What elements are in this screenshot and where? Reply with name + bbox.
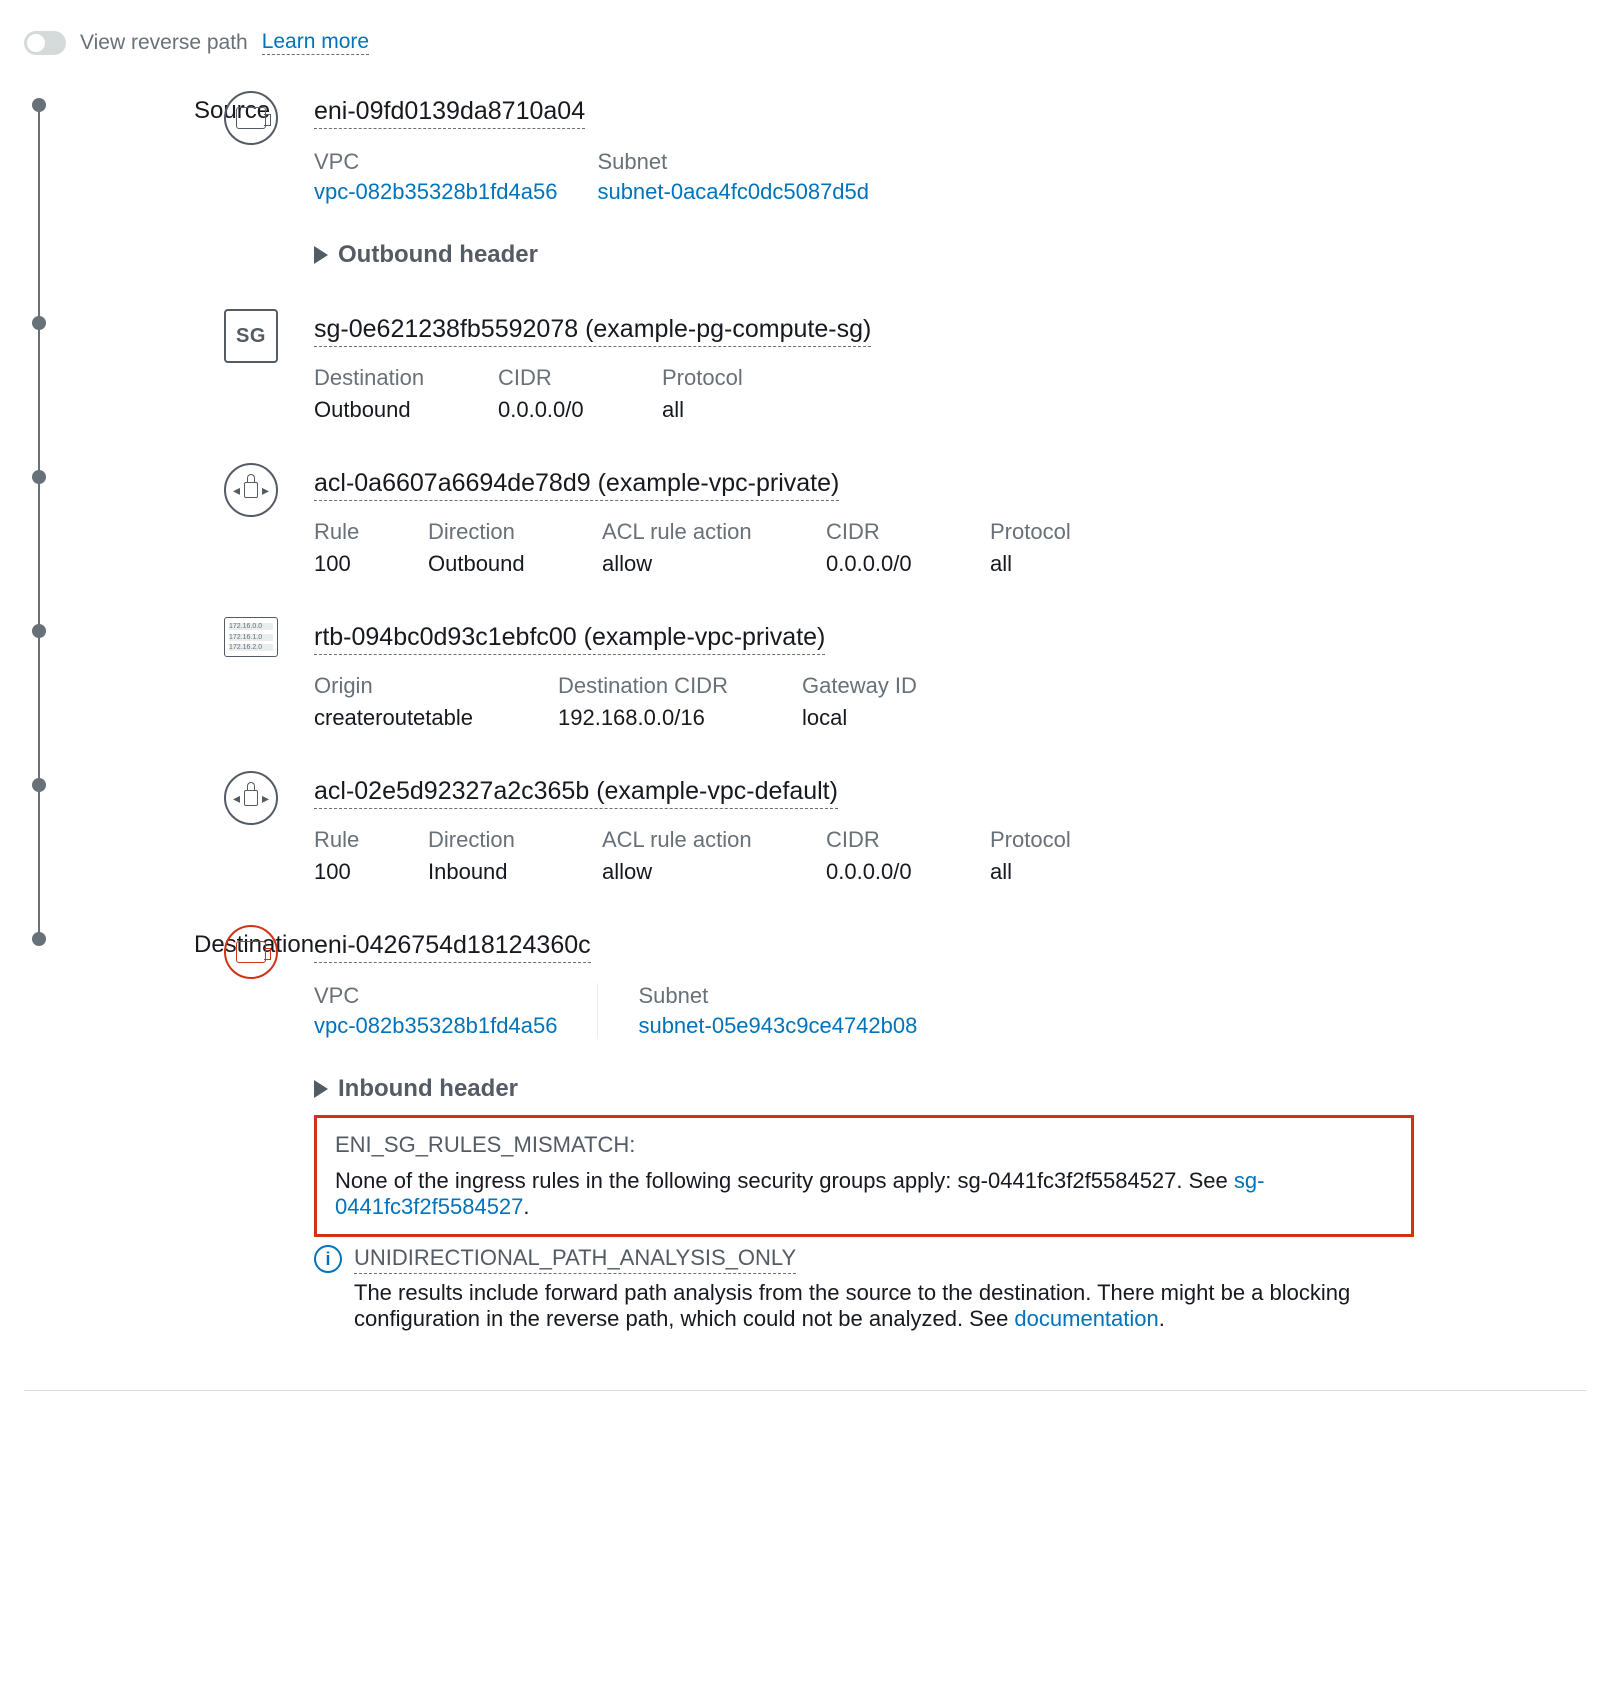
source-subnet-link[interactable]: subnet-0aca4fc0dc5087d5d bbox=[597, 179, 869, 204]
timeline-tick bbox=[32, 932, 46, 946]
destination-eni-id[interactable]: eni-0426754d18124360c bbox=[314, 931, 591, 963]
eni-icon bbox=[224, 91, 278, 145]
dest-subnet-link[interactable]: subnet-05e943c9ce4742b08 bbox=[638, 1013, 917, 1038]
error-body: None of the ingress rules in the followi… bbox=[335, 1168, 1393, 1220]
rtb-id[interactable]: rtb-094bc0d93c1ebfc00 (example-vpc-priva… bbox=[314, 623, 825, 655]
acl-outbound-node: acl-0a6607a6694de78d9 (example-vpc-priva… bbox=[314, 463, 1586, 617]
info-icon: i bbox=[314, 1245, 342, 1273]
outbound-header-expander[interactable]: Outbound header bbox=[314, 241, 1586, 269]
path-grid: Source eni-09fd0139da8710a04 VPC vpc-082… bbox=[24, 91, 1586, 1350]
node-icon-col bbox=[224, 91, 314, 309]
timeline-tick bbox=[32, 778, 46, 792]
source-eni-id[interactable]: eni-09fd0139da8710a04 bbox=[314, 97, 585, 129]
route-table-icon: 172.16.0.0172.16.1.0172.16.2.0 bbox=[224, 617, 278, 657]
acl-icon: ◂▸ bbox=[224, 771, 278, 825]
acl-in-table: Rule100 DirectionInbound ACL rule action… bbox=[314, 827, 1586, 885]
reverse-path-label: View reverse path bbox=[80, 31, 248, 55]
security-group-icon: SG bbox=[224, 309, 278, 363]
acl-outbound-id[interactable]: acl-0a6607a6694de78d9 (example-vpc-priva… bbox=[314, 469, 839, 501]
source-label: Source bbox=[194, 91, 224, 309]
acl-inbound-node: acl-02e5d92327a2c365b (example-vpc-defau… bbox=[314, 771, 1586, 925]
caret-right-icon bbox=[314, 1080, 328, 1098]
learn-more-link[interactable]: Learn more bbox=[262, 30, 369, 55]
dest-meta: VPC vpc-082b35328b1fd4a56 Subnet subnet-… bbox=[314, 983, 1586, 1039]
timeline-tick bbox=[32, 470, 46, 484]
bottom-divider bbox=[24, 1390, 1586, 1391]
dest-vpc-link[interactable]: vpc-082b35328b1fd4a56 bbox=[314, 1013, 557, 1038]
timeline-tick bbox=[32, 624, 46, 638]
source-node: eni-09fd0139da8710a04 VPC vpc-082b35328b… bbox=[314, 91, 1586, 309]
inbound-header-label: Inbound header bbox=[338, 1075, 518, 1103]
timeline bbox=[24, 91, 54, 1350]
inbound-header-expander[interactable]: Inbound header bbox=[314, 1075, 1586, 1103]
subnet-label: Subnet bbox=[638, 983, 917, 1009]
rtb-table: Origincreateroutetable Destination CIDR1… bbox=[314, 673, 1586, 731]
reverse-path-row: View reverse path Learn more bbox=[24, 30, 1586, 55]
destination-label: Destination bbox=[194, 925, 224, 1350]
vpc-label: VPC bbox=[314, 983, 557, 1009]
vpc-label: VPC bbox=[314, 149, 557, 175]
reverse-path-toggle[interactable] bbox=[24, 31, 66, 55]
rtb-node: rtb-094bc0d93c1ebfc00 (example-vpc-priva… bbox=[314, 617, 1586, 771]
timeline-tick bbox=[32, 98, 46, 112]
info-body: The results include forward path analysi… bbox=[354, 1280, 1474, 1332]
sg-id[interactable]: sg-0e621238fb5592078 (example-pg-compute… bbox=[314, 315, 871, 347]
info-row: i UNIDIRECTIONAL_PATH_ANALYSIS_ONLY The … bbox=[314, 1245, 1586, 1332]
caret-right-icon bbox=[314, 246, 328, 264]
acl-out-table: Rule100 DirectionOutbound ACL rule actio… bbox=[314, 519, 1586, 577]
info-code: UNIDIRECTIONAL_PATH_ANALYSIS_ONLY bbox=[354, 1245, 796, 1274]
eni-icon bbox=[224, 925, 278, 979]
timeline-tick bbox=[32, 316, 46, 330]
sg-node: sg-0e621238fb5592078 (example-pg-compute… bbox=[314, 309, 1586, 463]
acl-icon: ◂▸ bbox=[224, 463, 278, 517]
acl-inbound-id[interactable]: acl-02e5d92327a2c365b (example-vpc-defau… bbox=[314, 777, 838, 809]
source-meta: VPC vpc-082b35328b1fd4a56 Subnet subnet-… bbox=[314, 149, 1586, 205]
source-vpc-link[interactable]: vpc-082b35328b1fd4a56 bbox=[314, 179, 557, 204]
destination-node: eni-0426754d18124360c VPC vpc-082b35328b… bbox=[314, 925, 1586, 1350]
documentation-link[interactable]: documentation bbox=[1014, 1306, 1158, 1331]
error-callout: ENI_SG_RULES_MISMATCH: None of the ingre… bbox=[314, 1115, 1414, 1237]
error-code: ENI_SG_RULES_MISMATCH: bbox=[335, 1132, 1393, 1158]
subnet-label: Subnet bbox=[597, 149, 869, 175]
outbound-header-label: Outbound header bbox=[338, 241, 538, 269]
sg-table: DestinationOutbound CIDR0.0.0.0/0 Protoc… bbox=[314, 365, 1586, 423]
